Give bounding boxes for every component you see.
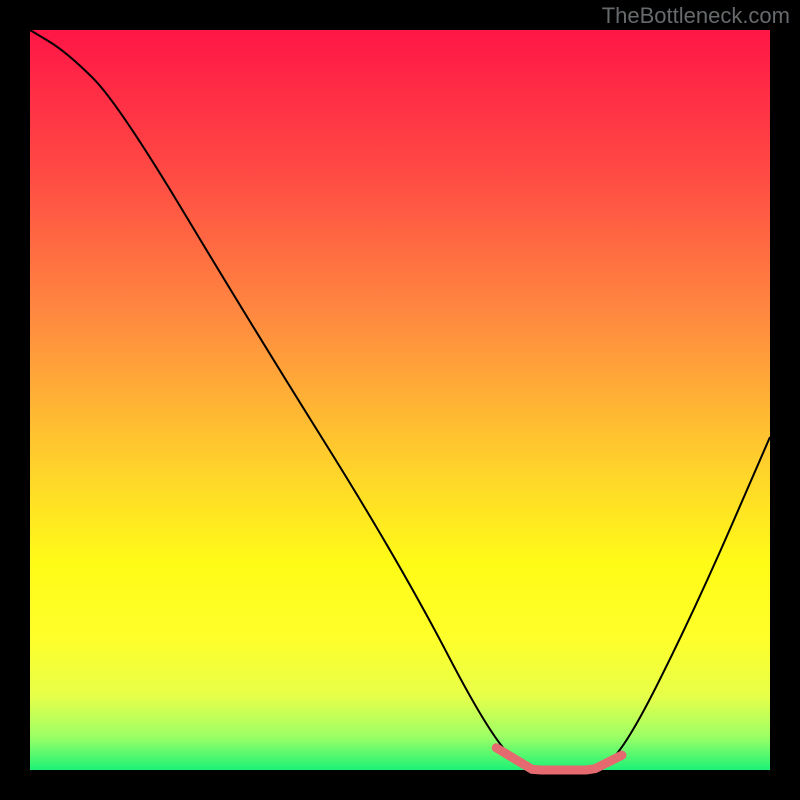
plot-area <box>30 30 770 770</box>
gradient-rect <box>30 30 770 770</box>
chart-container: TheBottleneck.com <box>0 0 800 800</box>
bottleneck-chart <box>0 0 800 800</box>
watermark-text: TheBottleneck.com <box>602 3 790 29</box>
